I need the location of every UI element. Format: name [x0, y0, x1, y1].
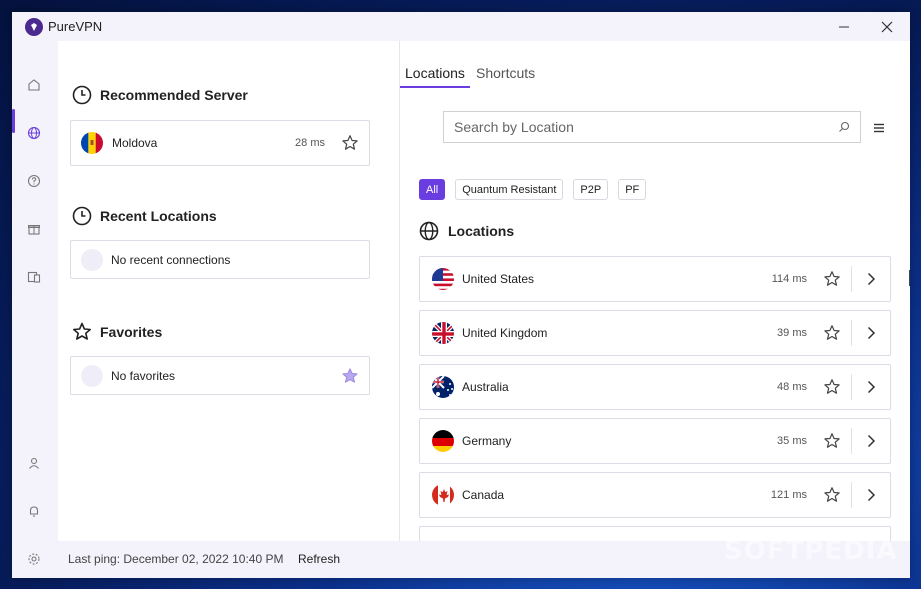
- filter-quantum-resistant[interactable]: Quantum Resistant: [455, 179, 564, 200]
- close-icon: [881, 21, 893, 33]
- location-ping: 48 ms: [777, 381, 807, 393]
- recent-empty-text: No recent connections: [111, 252, 231, 267]
- chevron-right-icon[interactable]: [864, 434, 878, 448]
- row-separator: [851, 482, 852, 508]
- globe-icon[interactable]: [24, 123, 44, 143]
- location-name: Australia: [462, 380, 509, 394]
- devices-icon[interactable]: [24, 267, 44, 287]
- clock-icon: [72, 206, 92, 226]
- menu-icon[interactable]: [873, 123, 885, 133]
- location-name: United States: [462, 272, 535, 286]
- right-panel: Locations Shortcuts Search by Location A…: [400, 41, 910, 541]
- star-outline-icon: [73, 322, 91, 340]
- last-ping-text: Last ping: December 02, 2022 10:40 PM: [68, 552, 284, 566]
- moldova-flag-icon: [81, 132, 103, 154]
- filter-p2p[interactable]: P2P: [573, 179, 609, 200]
- row-separator: [851, 266, 852, 292]
- search-icon: [839, 121, 850, 132]
- de-flag-icon: [432, 430, 454, 452]
- search-input[interactable]: Search by Location: [443, 111, 861, 143]
- location-row-united-states[interactable]: United States 114 ms: [419, 256, 891, 302]
- au-flag-icon: [432, 376, 454, 398]
- sidebar: [12, 41, 58, 578]
- star-outline-icon[interactable]: [823, 378, 841, 396]
- gear-icon[interactable]: [24, 549, 44, 569]
- title-bar: PureVPN: [12, 12, 910, 41]
- star-filled-icon: [342, 367, 358, 383]
- recent-locations-card: No recent connections: [70, 240, 370, 279]
- row-separator: [851, 428, 852, 454]
- user-icon[interactable]: [24, 453, 44, 473]
- locations-heading: Locations: [419, 221, 514, 241]
- ca-flag-icon: [432, 484, 454, 506]
- recommended-server-card[interactable]: Moldova 28 ms: [70, 120, 370, 166]
- window-title: PureVPN: [48, 19, 103, 34]
- refresh-button[interactable]: Refresh: [298, 552, 340, 566]
- filter-all[interactable]: All: [419, 179, 446, 200]
- purevpn-logo-icon: [25, 18, 43, 36]
- location-row-canada[interactable]: Canada 121 ms: [419, 472, 891, 518]
- chevron-right-icon[interactable]: [864, 326, 878, 340]
- chevron-right-icon[interactable]: [864, 380, 878, 394]
- gift-icon[interactable]: [24, 219, 44, 239]
- star-outline-icon[interactable]: [823, 324, 841, 342]
- active-tab-underline: [400, 86, 470, 88]
- row-separator: [851, 320, 852, 346]
- row-separator: [851, 374, 852, 400]
- placeholder-avatar: [81, 248, 103, 271]
- left-panel: Recommended Server Moldova 28 ms Recent …: [58, 41, 399, 541]
- uk-flag-icon: [432, 322, 454, 344]
- favorites-section-heading: Favorites: [72, 322, 162, 342]
- location-ping: 121 ms: [770, 489, 807, 501]
- location-ping: 114 ms: [771, 273, 807, 285]
- locations-heading-text: Locations: [448, 223, 515, 239]
- filter-pf[interactable]: PF: [618, 179, 647, 200]
- location-ping: 35 ms: [777, 435, 807, 447]
- star-outline-icon[interactable]: [823, 486, 841, 504]
- location-row-germany[interactable]: Germany 35 ms: [419, 418, 891, 464]
- recent-heading-text: Recent Locations: [100, 208, 217, 224]
- location-name: Germany: [462, 434, 512, 448]
- minimize-button[interactable]: [834, 18, 854, 36]
- recommended-country: Moldova: [112, 136, 158, 150]
- location-row-australia[interactable]: Australia 48 ms: [419, 364, 891, 410]
- placeholder-avatar: [81, 364, 103, 387]
- sidebar-active-indicator: [12, 109, 15, 133]
- recent-section-heading: Recent Locations: [72, 206, 217, 226]
- tab-locations[interactable]: Locations: [405, 65, 465, 81]
- globe-icon: [419, 221, 439, 241]
- filter-chips: All Quantum Resistant P2P PF: [419, 179, 647, 200]
- us-flag-icon: [432, 268, 454, 290]
- recommended-heading-text: Recommended Server: [100, 87, 248, 103]
- softpedia-watermark: SOFTPEDIA: [724, 536, 898, 566]
- scrollbar-thumb[interactable]: [909, 270, 910, 286]
- close-button[interactable]: [877, 18, 897, 36]
- chevron-right-icon[interactable]: [864, 272, 878, 286]
- favorites-empty-text: No favorites: [111, 368, 176, 383]
- home-icon[interactable]: [24, 75, 44, 95]
- favorites-heading-text: Favorites: [100, 324, 163, 340]
- location-name: Canada: [462, 488, 505, 502]
- chevron-right-icon[interactable]: [864, 488, 878, 502]
- location-name: United Kingdom: [462, 326, 548, 340]
- favorites-card: No favorites: [70, 356, 370, 395]
- help-icon[interactable]: [24, 171, 44, 191]
- bell-icon[interactable]: [24, 501, 44, 521]
- tab-shortcuts[interactable]: Shortcuts: [476, 65, 535, 81]
- recommended-section-heading: Recommended Server: [72, 85, 248, 105]
- location-row-united-kingdom[interactable]: United Kingdom 39 ms: [419, 310, 891, 356]
- clock-icon: [72, 85, 92, 105]
- app-window: PureVPN Recommended Server Moldova 28 ms…: [12, 12, 910, 578]
- star-outline-icon[interactable]: [823, 432, 841, 450]
- location-ping: 39 ms: [777, 327, 807, 339]
- star-outline-icon[interactable]: [341, 134, 359, 152]
- locations-list: United States 114 ms United Kingdom 39 m…: [419, 256, 891, 541]
- recommended-ping: 28 ms: [295, 137, 325, 149]
- star-outline-icon[interactable]: [823, 270, 841, 288]
- search-placeholder: Search by Location: [454, 119, 574, 135]
